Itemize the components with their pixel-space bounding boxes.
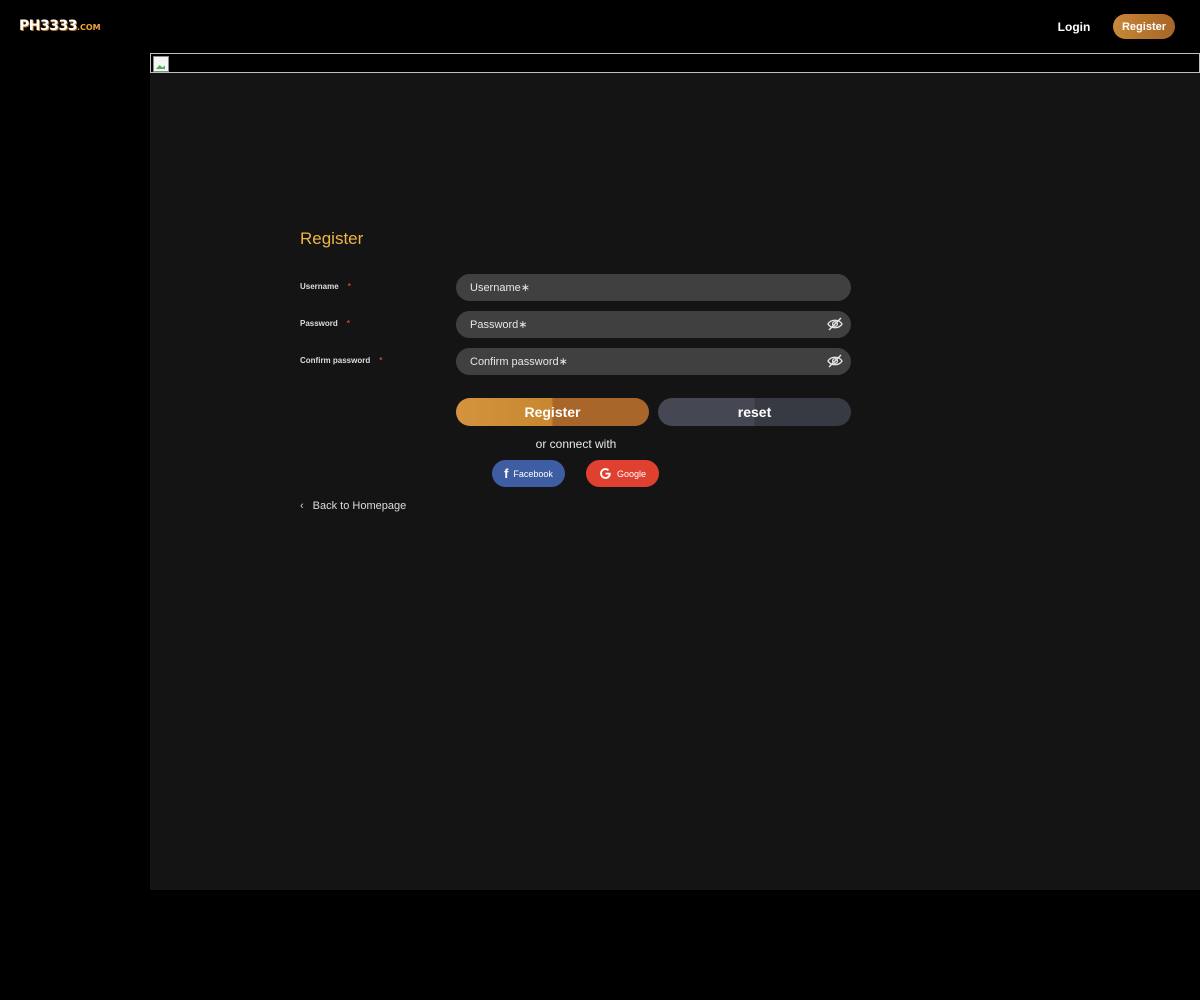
facebook-icon: f: [504, 466, 509, 481]
banner-image-placeholder: [150, 53, 1200, 73]
header-register-button[interactable]: Register: [1113, 14, 1175, 39]
main-panel: [150, 73, 1200, 890]
broken-image-icon: [153, 56, 169, 72]
confirm-password-label: Confirm password *: [300, 356, 382, 365]
back-label: Back to Homepage: [312, 500, 407, 512]
site-logo[interactable]: PH3333.COM: [19, 18, 101, 34]
confirm-password-field[interactable]: [456, 348, 851, 375]
confirm-password-input[interactable]: [470, 348, 810, 375]
password-label: Password *: [300, 319, 350, 328]
confirm-password-label-text: Confirm password: [300, 356, 371, 365]
username-label: Username *: [300, 282, 351, 291]
facebook-login-button[interactable]: f Facebook: [492, 460, 565, 487]
back-to-homepage-link[interactable]: ‹ Back to Homepage: [300, 500, 406, 512]
login-button[interactable]: Login: [1050, 14, 1098, 40]
logo-suffix: .COM: [76, 23, 101, 32]
username-label-text: Username: [300, 282, 339, 291]
top-bar: PH3333.COM Login Register: [0, 0, 1200, 53]
password-input[interactable]: [470, 311, 810, 338]
required-mark: *: [346, 319, 350, 328]
reset-button[interactable]: reset: [658, 398, 851, 426]
required-mark: *: [347, 282, 351, 291]
eye-off-icon[interactable]: [827, 317, 843, 331]
password-label-text: Password: [300, 319, 338, 328]
connect-with-text: or connect with: [535, 437, 617, 451]
username-field[interactable]: [456, 274, 851, 301]
password-field[interactable]: [456, 311, 851, 338]
page-title: Register: [300, 229, 364, 248]
google-icon: [600, 468, 611, 479]
register-submit-button[interactable]: Register: [456, 398, 649, 426]
eye-off-icon[interactable]: [827, 354, 843, 368]
facebook-label: Facebook: [513, 468, 553, 479]
chevron-left-icon: ‹: [300, 500, 304, 512]
required-mark: *: [379, 356, 383, 365]
username-input[interactable]: [470, 274, 810, 301]
google-label: Google: [616, 468, 647, 479]
logo-text: PH3333: [19, 18, 77, 34]
google-login-button[interactable]: Google: [586, 460, 659, 487]
